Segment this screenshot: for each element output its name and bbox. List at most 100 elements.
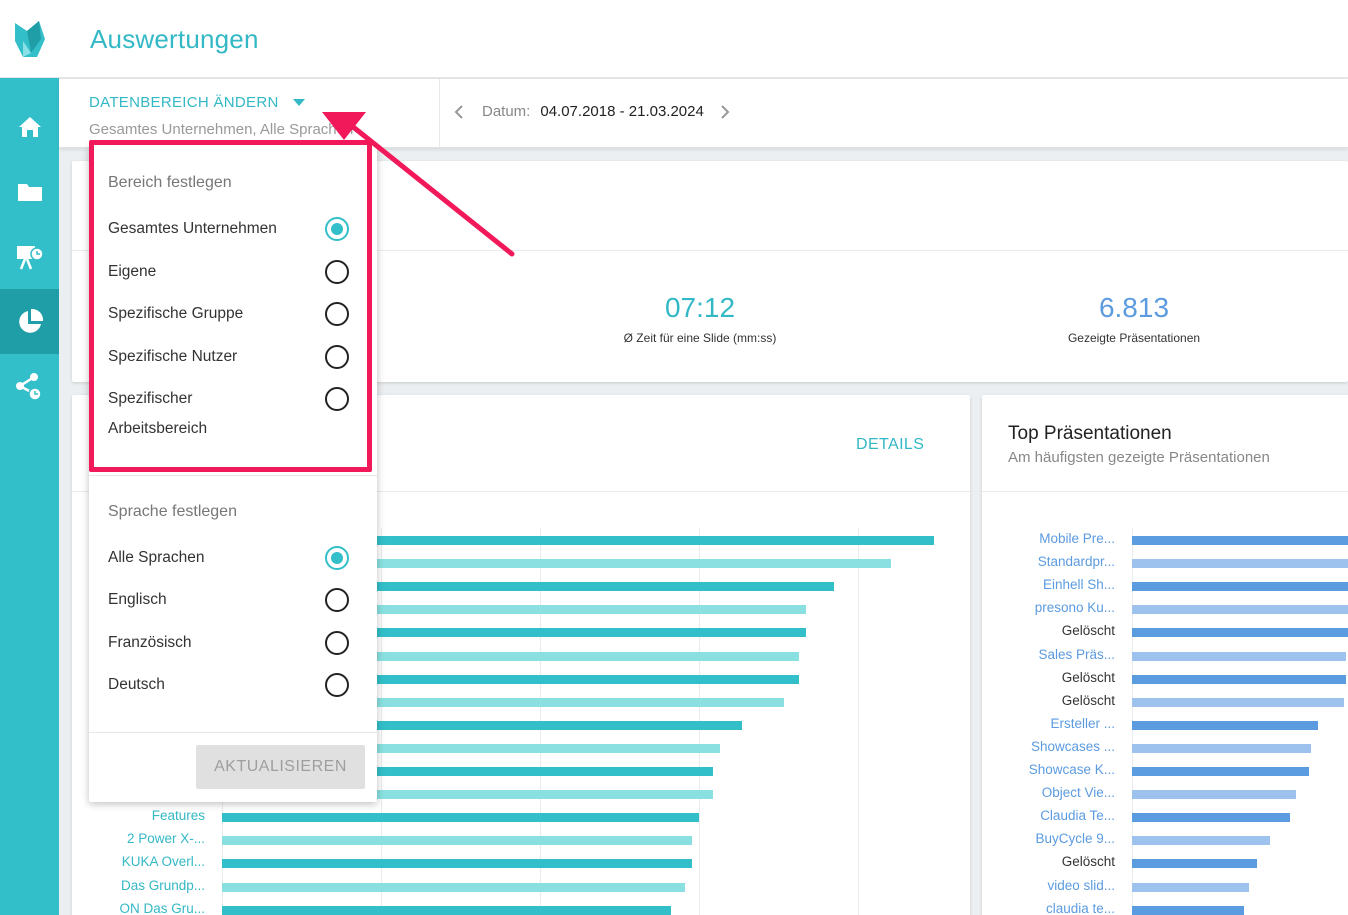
page-title: Auswertungen — [90, 24, 259, 54]
date-selector: Datum: 04.07.2018 - 21.03.2024 — [454, 103, 730, 120]
bar-label-0[interactable]: Mobile Pre... — [1039, 531, 1115, 546]
scope-option-users[interactable]: Spezifische Nutzer — [108, 342, 237, 372]
range-dropdown: Bereich festlegen Gesamtes Unternehmen E… — [89, 145, 377, 802]
dropdown-divider — [89, 475, 377, 476]
bar-16[interactable] — [1132, 905, 1244, 915]
bar-15[interactable] — [222, 882, 685, 892]
bar-label-12[interactable]: Features — [152, 808, 205, 823]
top-presentations-title: Top Präsentationen — [1008, 423, 1172, 444]
language-option-all[interactable]: Alle Sprachen — [108, 543, 205, 573]
bar-15[interactable] — [1132, 882, 1249, 892]
bar-14[interactable] — [1132, 859, 1257, 869]
bar-5[interactable] — [1132, 651, 1346, 661]
scope-radio-workspace[interactable] — [325, 387, 349, 411]
details-button[interactable]: DETAILS — [856, 436, 924, 454]
bar-13[interactable] — [222, 836, 692, 846]
bar-label-11[interactable]: Object Vie... — [1042, 785, 1115, 800]
sidebar-item-presentations[interactable] — [0, 224, 59, 289]
home-icon — [18, 116, 41, 137]
fox-logo-icon — [14, 21, 45, 57]
bar-6[interactable] — [1132, 674, 1346, 684]
bar-14[interactable] — [222, 859, 692, 869]
bar-label-15[interactable]: video slid... — [1047, 878, 1115, 893]
bar-label-13[interactable]: 2 Power X-... — [127, 831, 205, 846]
language-radio-german[interactable] — [325, 673, 349, 697]
top-card-divider — [982, 491, 1348, 492]
range-summary: Gesamtes Unternehmen, Alle Sprachen — [89, 121, 354, 138]
bar-label-13[interactable]: BuyCycle 9... — [1035, 831, 1115, 846]
dropdown-footer-divider — [89, 732, 377, 733]
language-radio-english[interactable] — [325, 588, 349, 612]
date-range-value[interactable]: 04.07.2018 - 21.03.2024 — [540, 103, 703, 120]
bar-12[interactable] — [222, 813, 699, 823]
bar-label-8[interactable]: Ersteller ... — [1050, 716, 1115, 731]
kpi-value-presentations: 6.813 — [1098, 292, 1170, 323]
bar-label-12[interactable]: Claudia Te... — [1040, 808, 1115, 823]
scope-option-own[interactable]: Eigene — [108, 257, 156, 287]
bar-label-15[interactable]: Das Grundp... — [121, 878, 205, 893]
sidebar-item-folder[interactable] — [0, 159, 59, 224]
filter-divider — [439, 79, 440, 148]
bar-label-1[interactable]: Standardpr... — [1038, 554, 1115, 569]
scope-option-workspace-line2[interactable]: Arbeitsbereich — [108, 414, 207, 444]
bar-label-3[interactable]: presono Ku... — [1035, 600, 1115, 615]
bar-label-16[interactable]: ON Das Gru... — [119, 901, 205, 915]
scope-radio-group[interactable] — [325, 302, 349, 326]
language-option-english[interactable]: Englisch — [108, 585, 167, 615]
caret-down-icon — [292, 98, 305, 106]
language-radio-french[interactable] — [325, 631, 349, 655]
bar-11[interactable] — [1132, 790, 1296, 800]
share-clock-icon — [15, 372, 42, 401]
language-option-german[interactable]: Deutsch — [108, 670, 165, 700]
bar-9[interactable] — [1132, 743, 1311, 753]
bar-label-2[interactable]: Einhell Sh... — [1043, 577, 1115, 592]
bar-label-4[interactable]: Gelöscht — [1062, 623, 1115, 638]
bar-label-5[interactable]: Sales Präs... — [1038, 647, 1115, 662]
sidebar-item-share[interactable] — [0, 354, 59, 419]
top-app-bar: Auswertungen — [0, 0, 1348, 78]
scope-radio-users[interactable] — [325, 345, 349, 369]
bar-1[interactable] — [1132, 559, 1348, 569]
chevron-right-icon[interactable] — [720, 104, 730, 120]
chevron-left-icon[interactable] — [454, 104, 464, 120]
bar-label-7[interactable]: Gelöscht — [1062, 693, 1115, 708]
bar-label-9[interactable]: Showcases ... — [1031, 739, 1115, 754]
kpi-label-presentations: Gezeigte Präsentationen — [1067, 331, 1201, 345]
scope-option-workspace[interactable]: Spezifischer — [108, 384, 192, 414]
kpi-label-time: Ø Zeit für eine Slide (mm:ss) — [623, 331, 777, 345]
bar-16[interactable] — [222, 905, 671, 915]
bar-label-10[interactable]: Showcase K... — [1029, 762, 1115, 777]
bar-label-14[interactable]: Gelöscht — [1062, 854, 1115, 869]
language-radio-all[interactable] — [325, 546, 349, 570]
change-range-button[interactable]: DATENBEREICH ÄNDERN — [89, 94, 305, 111]
language-option-french[interactable]: Französisch — [108, 628, 192, 658]
bar-7[interactable] — [1132, 697, 1344, 707]
bar-3[interactable] — [1132, 605, 1348, 615]
app-logo[interactable] — [0, 0, 59, 78]
scope-option-group[interactable]: Spezifische Gruppe — [108, 299, 243, 329]
presentation-clock-icon — [16, 245, 44, 269]
scope-radio-own[interactable] — [325, 260, 349, 284]
filter-bar: DATENBEREICH ÄNDERN Gesamtes Unternehmen… — [59, 79, 1348, 148]
bar-13[interactable] — [1132, 836, 1270, 846]
bar-10[interactable] — [1132, 767, 1309, 776]
scope-radio-company[interactable] — [325, 217, 349, 241]
bar-label-6[interactable]: Gelöscht — [1062, 670, 1115, 685]
bar-label-14[interactable]: KUKA Overl... — [122, 854, 205, 869]
scope-heading: Bereich festlegen — [108, 174, 232, 191]
pie-chart-icon — [18, 308, 43, 333]
bar-12[interactable] — [1132, 813, 1290, 823]
bar-4[interactable] — [1132, 628, 1348, 638]
sidebar-item-analytics[interactable] — [0, 289, 59, 354]
bar-0[interactable] — [1132, 536, 1348, 545]
bar-8[interactable] — [1132, 720, 1318, 730]
bar-2[interactable] — [1132, 582, 1348, 592]
grid-line — [858, 528, 859, 915]
update-button[interactable]: AKTUALISIEREN — [196, 745, 365, 789]
kpi-value-time: 07:12 — [664, 292, 736, 323]
bar-label-16[interactable]: claudia te... — [1046, 901, 1115, 915]
language-heading: Sprache festlegen — [108, 503, 237, 520]
folder-icon — [17, 183, 42, 201]
sidebar-item-home[interactable] — [0, 94, 59, 159]
scope-option-company[interactable]: Gesamtes Unternehmen — [108, 214, 277, 244]
